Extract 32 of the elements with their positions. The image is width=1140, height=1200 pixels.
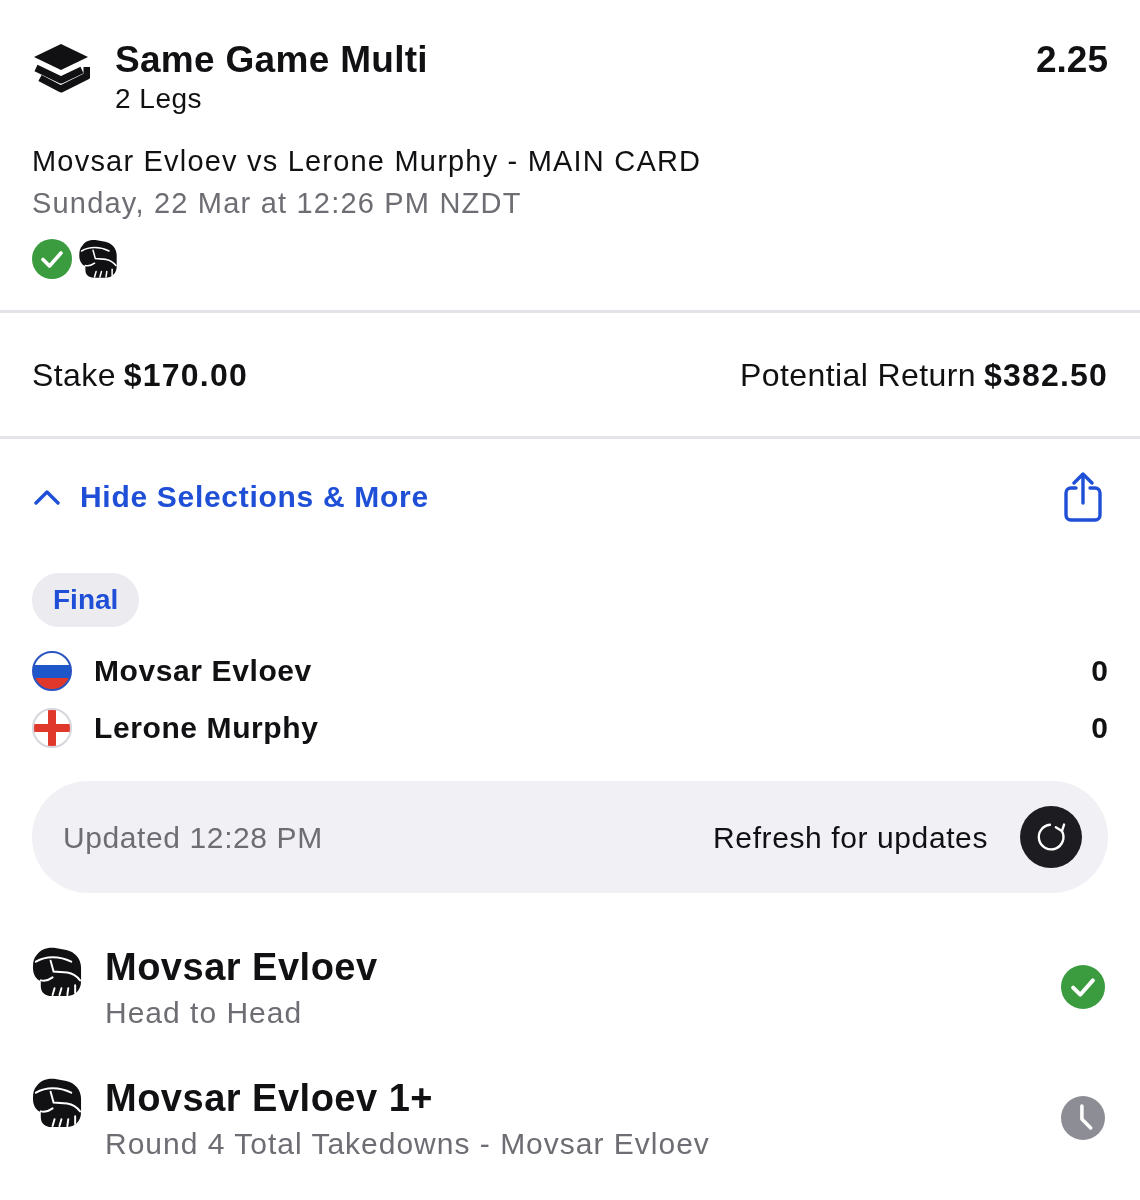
competitor-score: 0: [1091, 653, 1108, 689]
event-date: Sunday, 22 Mar at 12:26 PM NZDT: [32, 186, 523, 221]
glove-icon: [77, 238, 119, 280]
leg-selection: Movsar Evloev 1+: [105, 1076, 434, 1121]
competitor-score: 0: [1091, 710, 1108, 746]
leg-selection: Movsar Evloev: [105, 945, 379, 990]
odds-value: 2.25: [1036, 38, 1108, 82]
legs-count: 2 Legs: [115, 82, 204, 116]
leg-market: Head to Head: [105, 995, 304, 1031]
bet-title: Same Game Multi: [115, 38, 429, 82]
refresh-label: Refresh for updates: [713, 819, 988, 856]
competitor-name: Lerone Murphy: [94, 710, 320, 746]
layers-icon: [32, 42, 90, 94]
flag-icon: [32, 650, 72, 691]
stake-amount: $170.00: [123, 355, 248, 395]
return-amount: $382.50: [983, 355, 1108, 395]
leg-market: Round 4 Total Takedowns - Movsar Evloev: [105, 1126, 711, 1162]
final-status-badge: Final: [32, 573, 140, 627]
glove-icon: [30, 945, 84, 999]
flag-icon: [32, 707, 72, 748]
chevron-up-icon[interactable]: [34, 488, 60, 506]
share-icon: [1062, 472, 1104, 522]
stake-label: Stake: [32, 355, 116, 395]
share-button[interactable]: [1062, 472, 1104, 522]
refresh-icon: [1036, 822, 1066, 852]
competitor-name: Movsar Evloev: [94, 653, 313, 689]
event-name: Movsar Evloev vs Lerone Murphy - MAIN CARD: [32, 144, 703, 179]
hide-selections-button[interactable]: Hide Selections & More: [80, 469, 429, 525]
glove-icon: [30, 1076, 84, 1130]
check-icon: [32, 239, 72, 279]
updated-time: Updated 12:28 PM: [63, 819, 324, 856]
return-label: Potential Return: [740, 355, 976, 395]
